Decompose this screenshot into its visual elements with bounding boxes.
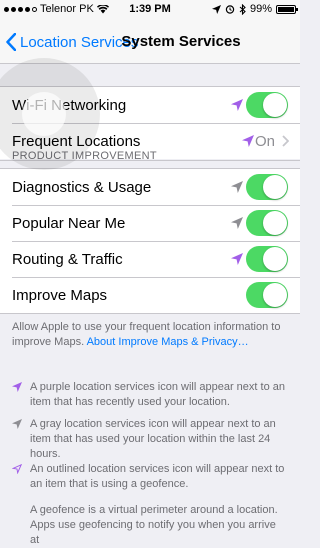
legend-item-purple: A purple location services icon will app… xyxy=(12,380,288,410)
row-label: Improve Maps xyxy=(12,286,108,304)
legend-text: A gray location services icon will appea… xyxy=(30,418,276,460)
legend-item-gray: A gray location services icon will appea… xyxy=(12,417,288,462)
routing-traffic-toggle[interactable] xyxy=(246,246,288,272)
routing-traffic-row: Routing & Traffic xyxy=(0,241,300,277)
purple-location-arrow-icon xyxy=(231,99,243,111)
legend-text: A purple location services icon will app… xyxy=(30,381,285,408)
purple-location-arrow-icon xyxy=(12,382,22,392)
popular-near-me-row: Popular Near Me xyxy=(0,205,300,241)
battery-fill xyxy=(278,6,294,12)
geofence-description: A geofence is a virtual perimeter around… xyxy=(12,503,288,548)
purple-location-arrow-icon xyxy=(231,253,243,265)
section-header: PRODUCT IMPROVEMENT xyxy=(12,150,157,162)
gray-location-arrow-icon xyxy=(231,217,243,229)
gray-location-arrow-icon xyxy=(231,181,243,193)
chevron-right-icon xyxy=(282,135,289,147)
row-label: Routing & Traffic xyxy=(12,250,123,268)
status-bar: Telenor PK 1:39 PM 99% xyxy=(0,0,300,20)
legend-item-outlined: An outlined location services icon will … xyxy=(12,462,288,492)
battery-percentage: 99% xyxy=(249,3,272,15)
legend-text: An outlined location services icon will … xyxy=(30,463,285,490)
status-right: 99% xyxy=(211,3,298,15)
improve-maps-row: Improve Maps xyxy=(0,277,300,313)
gray-location-arrow-icon xyxy=(12,419,22,429)
chevron-left-icon xyxy=(6,33,16,51)
frequent-locations-value: On xyxy=(254,132,275,150)
row-label: Frequent Locations xyxy=(12,132,141,150)
back-button-label: Location Services xyxy=(20,33,139,51)
row-label: Diagnostics & Usage xyxy=(12,178,152,196)
back-button[interactable]: Location Services xyxy=(6,20,138,64)
wifi-networking-row: Wi-Fi Networking xyxy=(0,87,300,123)
location-arrow-icon xyxy=(211,4,221,14)
diagnostics-usage-toggle[interactable] xyxy=(246,174,288,200)
diagnostics-usage-row: Diagnostics & Usage xyxy=(0,169,300,205)
popular-near-me-toggle[interactable] xyxy=(246,210,288,236)
top-settings-group: Wi-Fi Networking Frequent Locations On xyxy=(0,87,300,159)
about-improve-maps-link[interactable]: About Improve Maps & Privacy… xyxy=(87,336,249,348)
alarm-clock-icon xyxy=(225,5,235,14)
row-label: Wi-Fi Networking xyxy=(12,96,127,114)
battery-icon xyxy=(276,4,298,14)
bluetooth-icon xyxy=(239,3,246,15)
wifi-networking-toggle[interactable] xyxy=(246,92,288,118)
outlined-location-arrow-icon xyxy=(12,464,22,474)
navigation-bar: Location Services System Services xyxy=(0,20,300,64)
geofence-text: A geofence is a virtual perimeter around… xyxy=(30,504,278,546)
purple-location-arrow-icon xyxy=(242,135,254,147)
improve-maps-footer: Allow Apple to use your frequent locatio… xyxy=(12,320,284,350)
divider xyxy=(0,313,300,314)
row-label: Popular Near Me xyxy=(12,214,126,232)
product-improvement-group: Diagnostics & Usage Popular Near Me Rout… xyxy=(0,169,300,313)
improve-maps-toggle[interactable] xyxy=(246,282,288,308)
page-title: System Services xyxy=(121,33,241,50)
